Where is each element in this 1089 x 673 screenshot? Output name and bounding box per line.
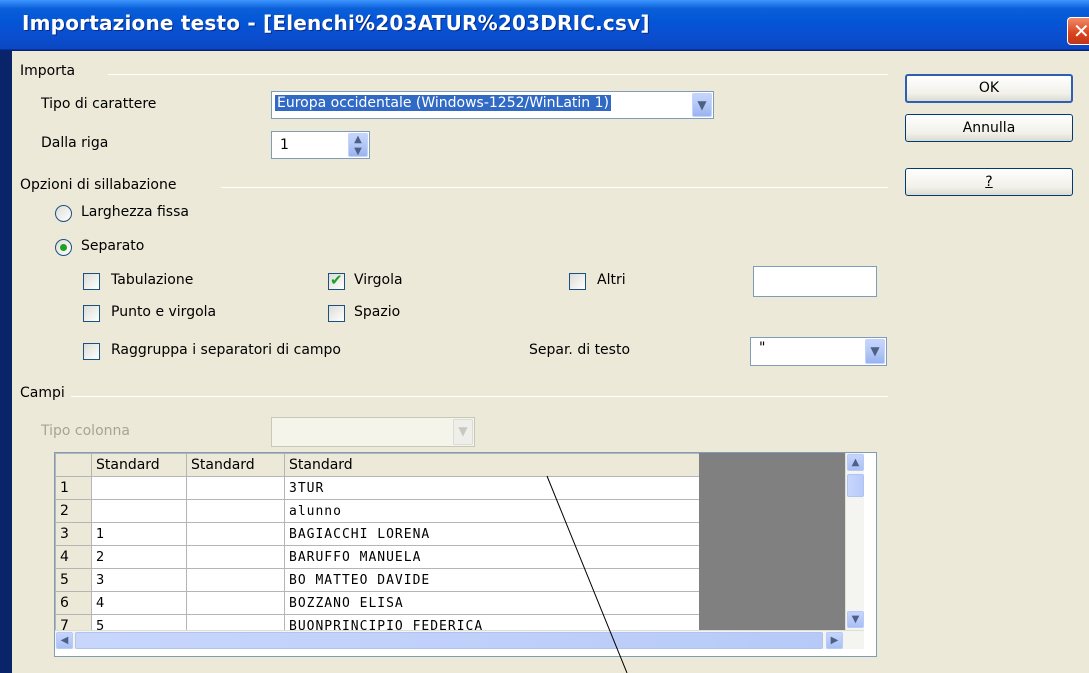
comma-checkbox[interactable] xyxy=(328,271,345,290)
charset-label: Tipo di carattere xyxy=(41,96,157,112)
fixed-width-label: Larghezza fissa xyxy=(81,204,189,220)
table-cell xyxy=(91,499,187,523)
ok-button[interactable]: OK xyxy=(905,74,1073,103)
semicolon-checkbox[interactable] xyxy=(83,305,100,322)
column-type-label: Tipo colonna xyxy=(41,423,130,439)
other-checkbox[interactable] xyxy=(569,273,586,290)
table-cell: BARUFFO MANUELA xyxy=(284,545,700,569)
section-import-label: Importa xyxy=(20,63,76,79)
column-type-select[interactable]: ▼ xyxy=(271,417,475,447)
column-header[interactable]: Standard xyxy=(91,453,187,477)
section-divider xyxy=(71,396,888,397)
row-number: 6 xyxy=(55,591,92,615)
scroll-thumb[interactable] xyxy=(75,632,823,649)
comma-label: Virgola xyxy=(354,272,403,288)
table-cell: 2 xyxy=(91,545,187,569)
close-icon: ✕ xyxy=(1073,19,1089,43)
vertical-scrollbar[interactable]: ▲ ▼ xyxy=(845,453,864,630)
table-cell: BAGIACCHI LORENA xyxy=(284,522,700,546)
arrow-right-icon[interactable]: ▶ xyxy=(826,632,843,649)
table-cell xyxy=(91,476,187,500)
section-fields-label: Campi xyxy=(20,385,65,401)
table-cell xyxy=(186,522,285,546)
dialog-window: Importazione testo - [Elenchi%203ATUR%20… xyxy=(0,0,1089,673)
merge-separators-label: Raggruppa i separatori di campo xyxy=(111,342,341,358)
arrow-down-icon[interactable]: ▼ xyxy=(847,611,864,628)
close-button[interactable]: ✕ xyxy=(1067,17,1089,45)
separated-label: Separato xyxy=(81,238,145,254)
data-preview-grid[interactable]: Standard Standard Standard 1 3TUR 2 alun… xyxy=(54,452,877,657)
table-row: 4 2 BARUFFO MANUELA xyxy=(55,545,700,569)
table-cell: 4 xyxy=(91,591,187,615)
table-row: 3 1 BAGIACCHI LORENA xyxy=(55,522,700,546)
text-delimiter-label: Separ. di testo xyxy=(529,342,631,358)
window-title: Importazione testo - [Elenchi%203ATUR%20… xyxy=(22,11,650,35)
row-number: 4 xyxy=(55,545,92,569)
spin-updown-icon[interactable]: ▲ ▼ xyxy=(348,133,368,157)
table-cell xyxy=(186,499,285,523)
tab-label: Tabulazione xyxy=(111,272,194,288)
row-number: 3 xyxy=(55,522,92,546)
help-button[interactable]: ? xyxy=(905,168,1073,196)
scroll-thumb[interactable] xyxy=(847,474,864,497)
other-separator-input[interactable] xyxy=(753,266,877,297)
arrow-up-icon[interactable]: ▲ xyxy=(847,454,864,471)
text-delimiter-select[interactable]: " ▼ xyxy=(750,337,887,366)
chevron-down-icon[interactable]: ▼ xyxy=(453,419,473,445)
tab-checkbox[interactable] xyxy=(83,273,100,290)
space-label: Spazio xyxy=(354,304,401,320)
section-divider xyxy=(108,74,888,75)
space-checkbox[interactable] xyxy=(328,305,345,322)
cancel-button[interactable]: Annulla xyxy=(905,114,1073,142)
table-row: 6 4 BOZZANO ELISA xyxy=(55,591,700,615)
row-number: 2 xyxy=(55,499,92,523)
table-cell: 1 xyxy=(91,522,187,546)
charset-value: Europa occidentale (Windows-1252/WinLati… xyxy=(275,95,611,111)
separated-radio[interactable] xyxy=(55,239,72,256)
table-cell: 3 xyxy=(91,568,187,592)
chevron-down-icon[interactable]: ▼ xyxy=(692,93,712,117)
data-preview-table: Standard Standard Standard 1 3TUR 2 alun… xyxy=(55,453,700,638)
table-cell: 3TUR xyxy=(284,476,700,500)
table-cell xyxy=(186,568,285,592)
column-header[interactable]: Standard xyxy=(186,453,285,477)
row-number-header xyxy=(55,453,92,477)
arrow-left-icon[interactable]: ◀ xyxy=(56,632,73,649)
table-cell xyxy=(186,591,285,615)
table-cell: BOZZANO ELISA xyxy=(284,591,700,615)
semicolon-label: Punto e virgola xyxy=(111,304,217,320)
empty-grid-area xyxy=(699,453,845,630)
section-separator-label: Opzioni di sillabazione xyxy=(20,177,177,193)
row-number: 5 xyxy=(55,568,92,592)
table-cell xyxy=(186,545,285,569)
from-row-value: 1 xyxy=(280,137,289,153)
merge-separators-checkbox[interactable] xyxy=(83,343,100,360)
title-bar[interactable]: Importazione testo - [Elenchi%203ATUR%20… xyxy=(0,0,1089,50)
text-delimiter-value: " xyxy=(759,340,766,356)
table-cell: BO MATTEO DAVIDE xyxy=(284,568,700,592)
charset-select[interactable]: Europa occidentale (Windows-1252/WinLati… xyxy=(271,91,714,119)
table-cell xyxy=(186,476,285,500)
table-row: 1 3TUR xyxy=(55,476,700,500)
row-number: 1 xyxy=(55,476,92,500)
table-row: 2 alunno xyxy=(55,499,700,523)
other-label: Altri xyxy=(597,272,626,288)
fixed-width-radio[interactable] xyxy=(55,205,72,222)
dialog-body: Importa Tipo di carattere Europa occiden… xyxy=(12,51,1089,673)
section-divider xyxy=(221,187,888,188)
from-row-label: Dalla riga xyxy=(41,135,109,151)
horizontal-scrollbar[interactable]: ◀ ▶ xyxy=(55,630,864,649)
table-cell: alunno xyxy=(284,499,700,523)
table-row: 5 3 BO MATTEO DAVIDE xyxy=(55,568,700,592)
from-row-stepper[interactable]: 1 ▲ ▼ xyxy=(271,131,370,159)
table-header-row: Standard Standard Standard xyxy=(55,453,700,477)
column-header[interactable]: Standard xyxy=(284,453,700,477)
chevron-down-icon[interactable]: ▼ xyxy=(865,339,885,364)
